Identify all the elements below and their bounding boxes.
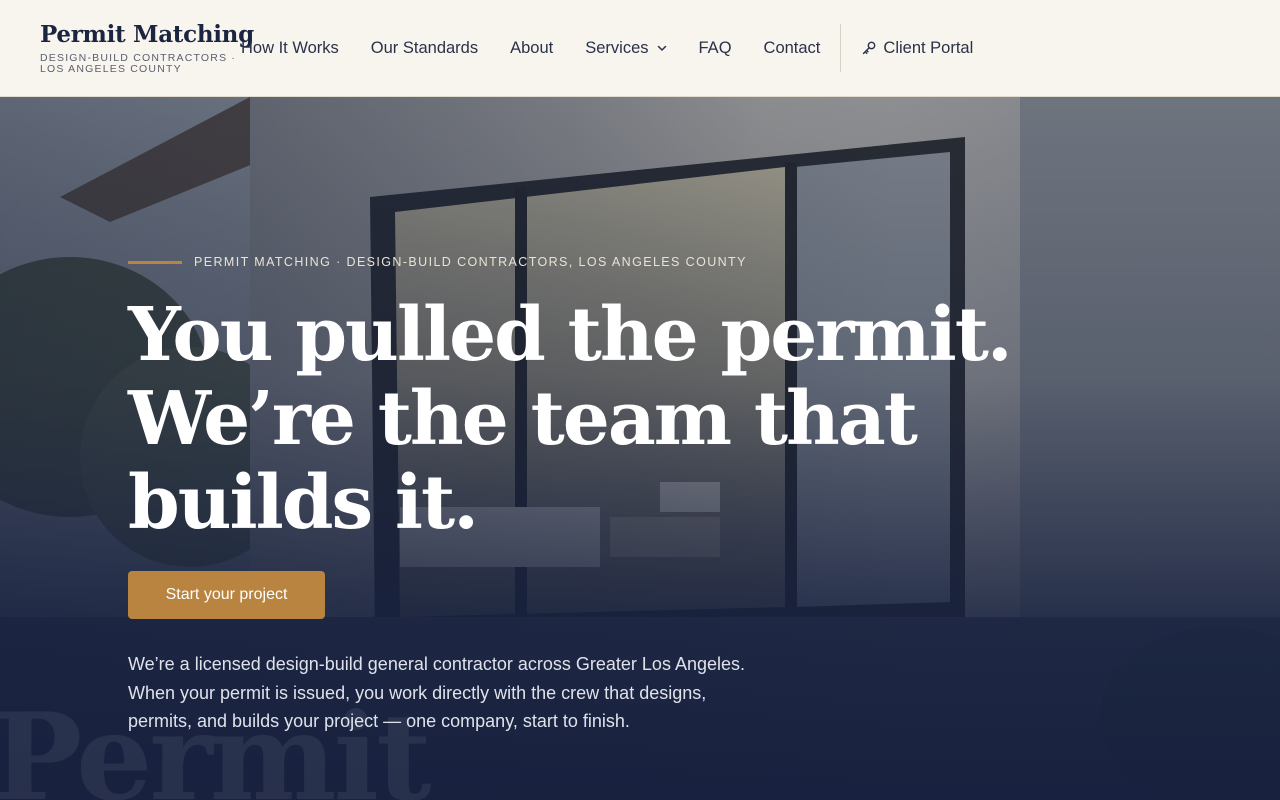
- eyebrow-rule: [128, 260, 182, 264]
- nav-faq[interactable]: FAQ: [699, 39, 732, 58]
- hero-eyebrow: PERMIT MATCHING · DESIGN-BUILD CONTRACTO…: [128, 255, 747, 269]
- nav-how-it-works[interactable]: How It Works: [241, 39, 339, 58]
- brand-logo[interactable]: Permit Matching DESIGN-BUILD CONTRACTORS…: [40, 21, 254, 75]
- nav-our-standards[interactable]: Our Standards: [371, 39, 478, 58]
- eyebrow-text: PERMIT MATCHING · DESIGN-BUILD CONTRACTO…: [194, 255, 747, 269]
- nav-about[interactable]: About: [510, 39, 553, 58]
- hero-headline: You pulled the permit. We’re the team th…: [128, 292, 1013, 546]
- client-portal-label: Client Portal: [883, 38, 974, 57]
- nav-contact[interactable]: Contact: [764, 39, 821, 58]
- key-icon: [863, 41, 876, 55]
- chevron-down-icon: [657, 45, 666, 51]
- client-portal-link[interactable]: Client Portal: [861, 39, 973, 58]
- hero-lede: We’re a licensed design-build general co…: [128, 654, 746, 731]
- hero-section: Permit PERMIT MATCHING · DESIGN-BUILD CO…: [0, 97, 1280, 800]
- nav-services-label: Services: [585, 38, 649, 57]
- start-project-button[interactable]: Start your project: [128, 571, 325, 619]
- main-nav: How It Works Our Standards About Service…: [241, 0, 973, 96]
- site-header: Permit Matching DESIGN-BUILD CONTRACTORS…: [0, 0, 1280, 97]
- nav-divider: [840, 24, 842, 72]
- brand-tagline: DESIGN-BUILD CONTRACTORS · LOS ANGELES C…: [40, 52, 237, 75]
- nav-services[interactable]: Services: [585, 39, 666, 58]
- brand-name: Permit Matching: [40, 21, 254, 48]
